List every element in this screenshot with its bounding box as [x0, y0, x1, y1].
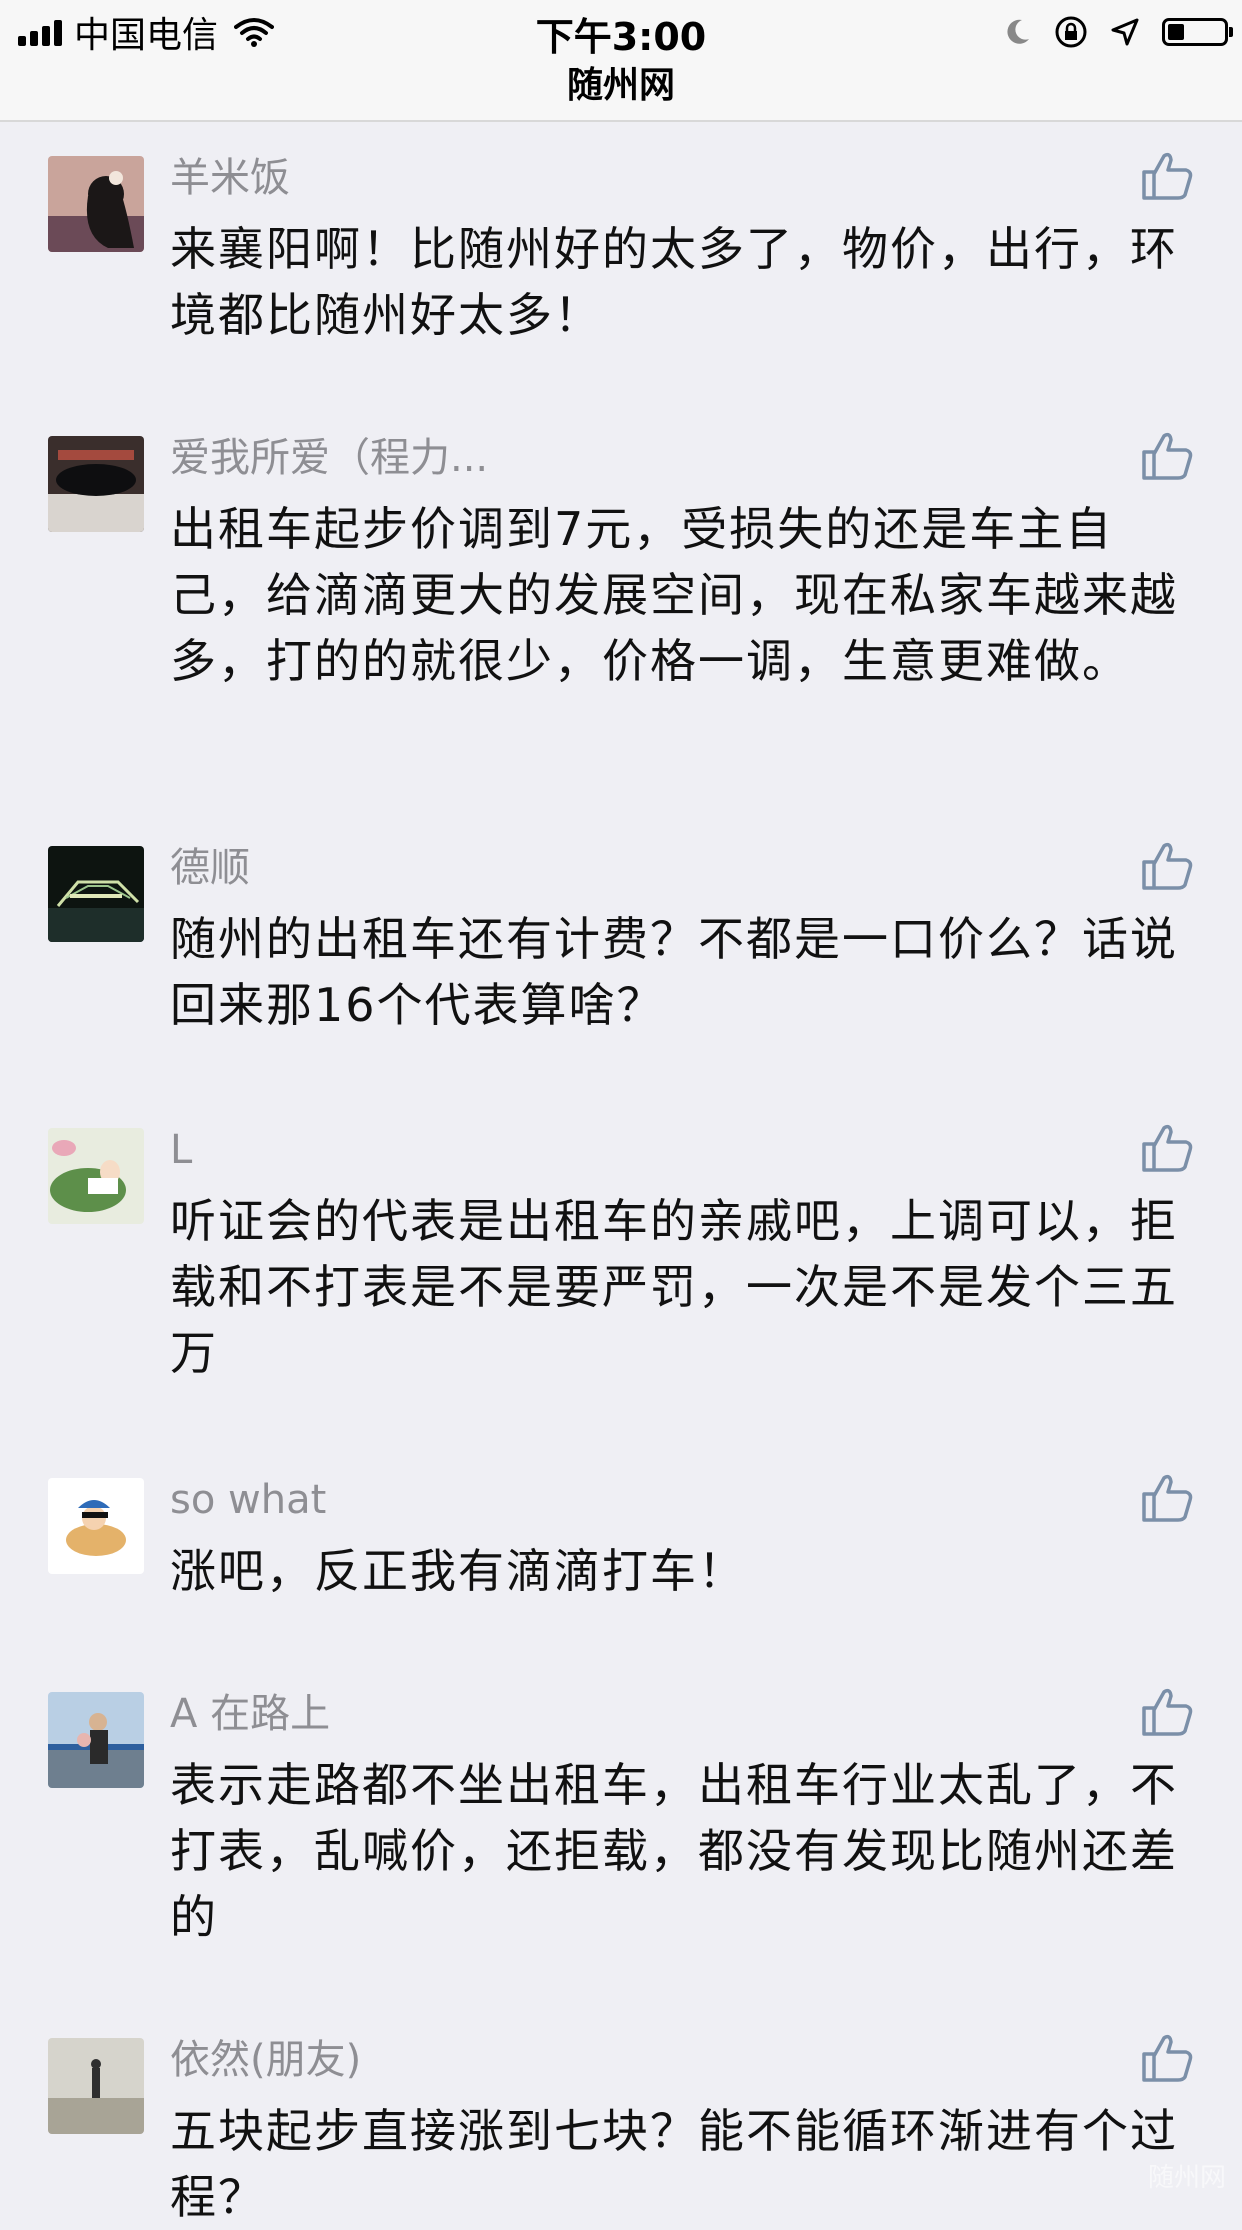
- avatar[interactable]: [48, 1692, 144, 1788]
- comment-text: 出租车起步价调到7元，受损失的还是车主自己，给滴滴更大的发展空间，现在私家车越来…: [170, 502, 1178, 688]
- avatar[interactable]: [48, 156, 144, 252]
- thumbs-up-icon[interactable]: [1140, 428, 1194, 482]
- page-title: 随州网: [566, 65, 675, 106]
- comment-text: 表示走路都不坐出租车，出租车行业太乱了，不打表，乱喊价，还拒载，都没有发现比随州…: [170, 1758, 1178, 1944]
- status-right: [1002, 10, 1233, 54]
- thumbs-up-icon[interactable]: [1140, 838, 1194, 892]
- comment-text: 随州的出租车还有计费？不都是一口价么？话说回来那16个代表算啥？: [170, 912, 1178, 1032]
- thumbs-up-icon[interactable]: [1140, 148, 1194, 202]
- comment-text: 来襄阳啊！比随州好的太多了，物价，出行，环境都比随州好太多！: [170, 222, 1178, 342]
- avatar[interactable]: [48, 1128, 144, 1224]
- username[interactable]: 依然(朋友): [170, 2034, 361, 2086]
- comment-text: 五块起步直接涨到七块？能不能循环渐进有个过程？: [170, 2104, 1178, 2224]
- battery-icon: [1162, 18, 1233, 46]
- username[interactable]: so what: [170, 1474, 326, 1526]
- comment-text: 听证会的代表是出租车的亲戚吧，上调可以，拒载和不打表是不是要严罚，一次是不是发个…: [170, 1194, 1178, 1380]
- username[interactable]: A 在路上: [170, 1688, 330, 1740]
- comment-text: 涨吧，反正我有滴滴打车！: [170, 1544, 746, 1598]
- username[interactable]: L: [170, 1124, 192, 1176]
- rotation-lock-icon: [1055, 16, 1087, 48]
- thumbs-up-icon[interactable]: [1140, 1470, 1194, 1524]
- moon-icon: [1007, 19, 1029, 44]
- thumbs-up-icon[interactable]: [1140, 1684, 1194, 1738]
- username[interactable]: 羊米饭: [170, 152, 290, 204]
- watermark: 随州网: [1147, 2163, 1226, 2193]
- username[interactable]: 德顺: [170, 842, 250, 894]
- status-bar: 中国电信 下午3:00 随州网: [0, 0, 1242, 122]
- location-arrow-icon: [1111, 18, 1139, 46]
- username[interactable]: 爱我所爱（程力...: [170, 432, 488, 484]
- thumbs-up-icon[interactable]: [1140, 1120, 1194, 1174]
- avatar[interactable]: [48, 2038, 144, 2134]
- avatar[interactable]: [48, 1478, 144, 1574]
- avatar[interactable]: [48, 436, 144, 532]
- avatar[interactable]: [48, 846, 144, 942]
- thumbs-up-icon[interactable]: [1140, 2030, 1194, 2084]
